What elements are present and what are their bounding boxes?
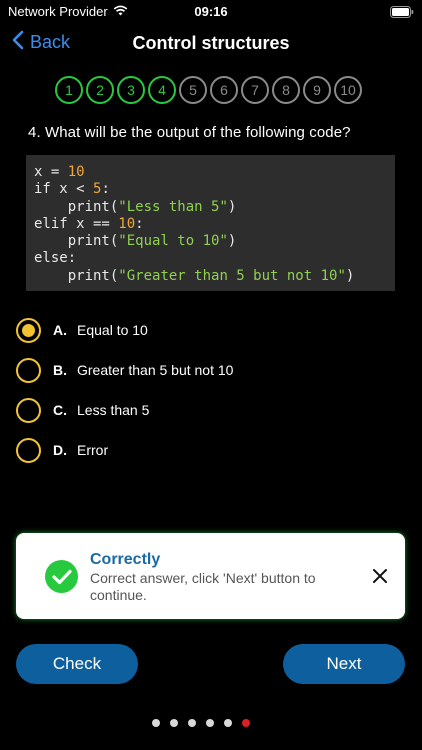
option-text: Greater than 5 but not 10: [77, 362, 234, 378]
answer-option[interactable]: D. Error: [16, 430, 406, 470]
step-indicator-1[interactable]: 1: [55, 76, 83, 104]
page-title: Control structures: [132, 33, 290, 53]
radio-button[interactable]: [16, 437, 41, 463]
option-letter: D.: [53, 442, 67, 458]
code-line: if x < 5:: [34, 181, 110, 198]
option-letter: A.: [53, 322, 67, 338]
status-bar: Network Provider 09:16: [0, 0, 422, 22]
code-line: else:: [34, 250, 77, 267]
option-letter: B.: [53, 362, 67, 378]
step-indicator-2[interactable]: 2: [86, 76, 114, 104]
code-line: elif x == 10:: [34, 215, 144, 232]
option-text: Equal to 10: [77, 322, 148, 338]
question-text: 4. What will be the output of the follow…: [28, 124, 351, 141]
option-text: Error: [77, 442, 109, 458]
page-dot[interactable]: [242, 719, 250, 727]
nav-bar: Back Control structures: [0, 22, 422, 66]
close-icon[interactable]: [371, 567, 389, 585]
code-line: print("Equal to 10"): [34, 233, 237, 250]
page-dot[interactable]: [206, 719, 214, 727]
page-dot[interactable]: [170, 719, 178, 727]
step-indicator-3[interactable]: 3: [117, 76, 145, 104]
check-button[interactable]: Check: [16, 644, 138, 684]
radio-button[interactable]: [16, 317, 41, 343]
step-indicator-8[interactable]: 8: [272, 76, 300, 104]
question-steps: 1 2 3 4 5 6 7 8 9 10: [55, 76, 362, 104]
page-indicator: [152, 719, 250, 727]
next-button[interactable]: Next: [283, 644, 405, 684]
answer-option[interactable]: B. Greater than 5 but not 10: [16, 350, 406, 390]
step-indicator-7[interactable]: 7: [241, 76, 269, 104]
step-indicator-4[interactable]: 4: [148, 76, 176, 104]
radio-button[interactable]: [16, 397, 41, 423]
code-line: x = 10: [34, 164, 85, 180]
code-block: x = 10 if x < 5: print("Less than 5") elif…: [26, 155, 395, 291]
page-dot[interactable]: [188, 719, 196, 727]
answer-option[interactable]: A. Equal to 10: [16, 310, 406, 350]
option-letter: C.: [53, 402, 67, 418]
result-title: Correctly: [90, 551, 161, 568]
step-indicator-10[interactable]: 10: [334, 76, 362, 104]
result-message: Correct answer, click 'Next' button to c…: [90, 570, 316, 603]
page-dot[interactable]: [224, 719, 232, 727]
code-line: print("Greater than 5 but not 10"): [34, 267, 355, 284]
result-card: Correctly Correct answer, click 'Next' b…: [16, 533, 405, 619]
step-indicator-9[interactable]: 9: [303, 76, 331, 104]
page-dot[interactable]: [152, 719, 160, 727]
check-circle-icon: [45, 560, 78, 593]
clock: 09:16: [194, 4, 228, 19]
option-text: Less than 5: [77, 402, 150, 418]
step-indicator-6[interactable]: 6: [210, 76, 238, 104]
battery-icon: [390, 5, 414, 18]
step-indicator-5[interactable]: 5: [179, 76, 207, 104]
radio-button[interactable]: [16, 357, 41, 383]
answer-options: A. Equal to 10 B. Greater than 5 but not 10…: [16, 310, 406, 470]
answer-option[interactable]: C. Less than 5: [16, 390, 406, 430]
code-line: print("Less than 5"): [34, 198, 237, 215]
